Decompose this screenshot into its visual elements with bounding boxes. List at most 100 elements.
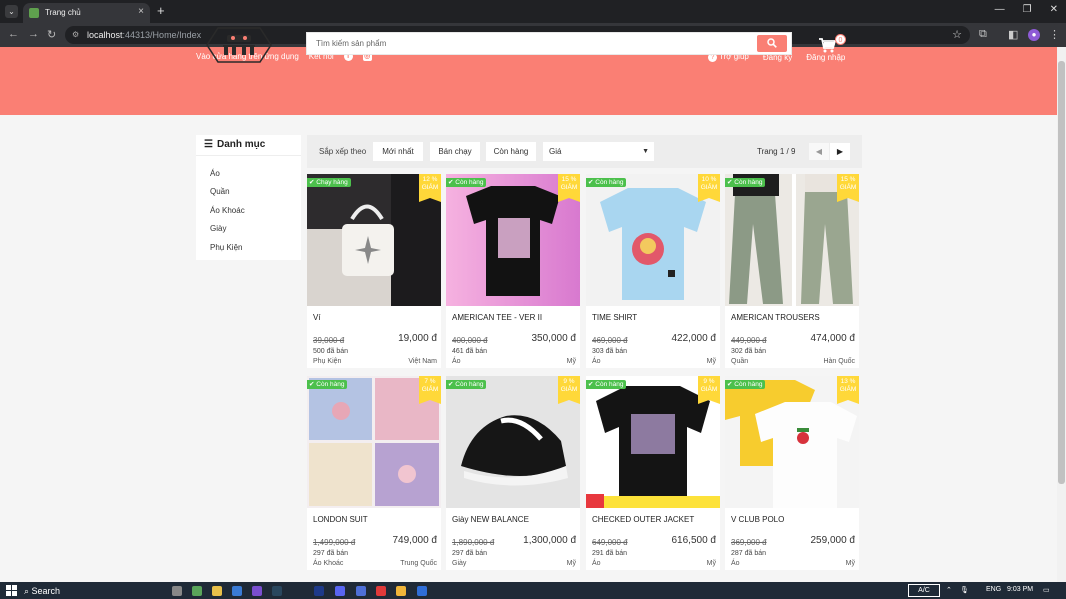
product-card[interactable]: ✔ Còn hàng 9 % GIẢM Giày NEW BALANCE 1,890,0… [446, 376, 580, 570]
store-logo[interactable] [206, 27, 272, 63]
caret-down-icon: ▼ [642, 148, 649, 155]
sold-count: 287 đã bán [731, 550, 767, 557]
close-window-icon[interactable]: ✕ [1050, 4, 1058, 15]
product-name[interactable]: AMERICAN TEE - VER II [452, 313, 542, 322]
product-origin: Mỹ [845, 560, 855, 567]
scroll-thumb[interactable] [1058, 61, 1065, 484]
product-name[interactable]: Giày NEW BALANCE [452, 515, 529, 524]
stock-badge: ✔ Còn hàng [586, 380, 627, 389]
product-card[interactable]: ✔ Còn hàng 13 % GIẢM V CLUB POLO 369,000 đ 25… [725, 376, 859, 570]
divider [196, 155, 301, 156]
steam-icon[interactable] [272, 586, 282, 596]
url-text: localhost:44313/Home/Index [87, 30, 202, 40]
sold-count: 291 đã bán [592, 550, 628, 557]
sort-best-selling-button[interactable]: Bán chạy [430, 142, 480, 161]
product-origin: Việt Nam [408, 358, 437, 365]
product-name[interactable]: LONDON SUIT [313, 515, 368, 524]
browser-tab[interactable]: Trang chủ × [23, 3, 150, 23]
sort-in-stock-button[interactable]: Còn hàng [486, 142, 536, 161]
next-page-button[interactable]: ▶ [830, 143, 850, 160]
input-mode-box[interactable]: A/C [908, 584, 940, 597]
windows-start-icon[interactable] [6, 585, 17, 596]
product-category: Áo [592, 560, 601, 567]
sold-count: 297 đã bán [313, 550, 349, 557]
discount-badge: 13 % GIẢM [837, 376, 859, 404]
category-item[interactable]: Quần [210, 187, 230, 196]
discount-badge: 9 % GIẢM [698, 376, 720, 404]
page-scrollbar[interactable] [1057, 47, 1066, 582]
bookmark-star-icon[interactable]: ☆ [952, 28, 962, 41]
product-name[interactable]: AMERICAN TROUSERS [731, 313, 820, 322]
profile-avatar[interactable]: ● [1028, 29, 1040, 41]
tray-arrow-icon[interactable]: ⌃ [946, 586, 952, 594]
product-name[interactable]: TIME SHIRT [592, 313, 637, 322]
category-item[interactable]: Áo Khoác [210, 206, 245, 215]
tab-title: Trang chủ [45, 8, 81, 17]
clock[interactable]: 9:03 PM [1007, 586, 1033, 593]
search-input[interactable] [307, 33, 757, 54]
side-panel-icon[interactable]: ◧ [1008, 28, 1018, 41]
login-link[interactable]: Đăng nhập [806, 53, 845, 62]
product-category: Áo [592, 358, 601, 365]
category-item[interactable]: Áo [210, 169, 220, 178]
sale-price: 350,000 đ [531, 333, 577, 344]
category-sidebar: ☰ Danh mục Áo Quần Áo Khoác Giày Phụ Kiệ… [196, 135, 301, 260]
notification-icon[interactable]: ▭ [1043, 586, 1050, 594]
stock-badge: ✔ Chạy hàng [307, 178, 351, 187]
search-button[interactable] [757, 35, 787, 52]
menu-kebab-icon[interactable]: ⋮ [1049, 28, 1060, 41]
app-icon[interactable] [376, 586, 386, 596]
stock-badge: ✔ Còn hàng [446, 178, 487, 187]
product-card[interactable]: ✔ Còn hàng 9 % GIẢM CHECKED OUTER JACKET 649… [586, 376, 720, 570]
product-card[interactable]: ✔ Còn hàng 15 % GIẢM AMERICAN TROUSERS 449,0… [725, 174, 859, 368]
task-view-icon[interactable] [172, 586, 182, 596]
app-icon[interactable] [232, 586, 242, 596]
sort-newest-button[interactable]: Mới nhất [373, 142, 423, 161]
sale-price: 422,000 đ [671, 333, 717, 344]
app-icon[interactable] [192, 586, 202, 596]
site-info-icon[interactable]: ⚙ [72, 30, 79, 39]
forward-icon[interactable]: → [28, 28, 39, 40]
product-category: Giày [452, 560, 467, 567]
sale-price: 749,000 đ [392, 535, 438, 546]
close-tab-icon[interactable]: × [138, 6, 144, 17]
discount-badge: 15 % GIẢM [837, 174, 859, 202]
product-origin: Mỹ [566, 358, 576, 365]
product-card[interactable]: ✔ Chạy hàng 12 % GIẢM Ví 39,000 đ 19,000 đ 500… [307, 174, 441, 368]
extensions-icon[interactable]: ⧉ [979, 28, 987, 41]
language-indicator[interactable]: ENG [986, 586, 1001, 593]
windows-taskbar: ⌕ Search A/C ⌃ 🎙 ENG 9:03 PM ▭ [0, 582, 1066, 599]
back-icon[interactable]: ← [8, 28, 19, 40]
category-item[interactable]: Phụ Kiện [210, 243, 242, 252]
product-card[interactable]: ✔ Còn hàng 7 % GIẢM LONDON SUIT 1,499,000 đ 7… [307, 376, 441, 570]
sort-label: Sắp xếp theo [319, 147, 367, 156]
taskbar-search[interactable]: ⌕ Search [24, 586, 60, 597]
minimize-icon[interactable]: — [995, 4, 1005, 15]
product-name[interactable]: CHECKED OUTER JACKET [592, 515, 694, 524]
visual-studio-icon[interactable] [252, 586, 262, 596]
microphone-icon[interactable]: 🎙 [960, 586, 969, 594]
original-price: 400,000 đ [452, 336, 488, 345]
cart-icon[interactable] [819, 38, 836, 53]
original-price: 369,000 đ [731, 538, 767, 547]
app-icon[interactable] [356, 586, 366, 596]
prev-page-button[interactable]: ◀ [809, 143, 829, 160]
new-tab-icon[interactable]: + [157, 3, 165, 18]
app-icon[interactable] [314, 586, 324, 596]
file-explorer-icon[interactable] [212, 586, 222, 596]
tab-search-icon[interactable]: ⌄ [5, 5, 18, 18]
category-item[interactable]: Giày [210, 224, 226, 233]
product-category: Quần [731, 358, 749, 365]
price-sort-select[interactable]: Giá ▼ [543, 142, 654, 161]
reload-icon[interactable]: ↻ [47, 28, 56, 41]
product-card[interactable]: ✔ Còn hàng 15 % GIẢM AMERICAN TEE - VER II 4… [446, 174, 580, 368]
original-price: 1,890,000 đ [452, 538, 495, 547]
product-name[interactable]: Ví [313, 313, 321, 322]
word-icon[interactable] [417, 586, 427, 596]
product-name[interactable]: V CLUB POLO [731, 515, 784, 524]
chrome-icon[interactable] [396, 586, 406, 596]
product-card[interactable]: ✔ Còn hàng 10 % GIẢM TIME SHIRT 469,000 đ 422… [586, 174, 720, 368]
restore-icon[interactable]: ❐ [1023, 4, 1032, 15]
discord-icon[interactable] [335, 586, 345, 596]
sale-price: 616,500 đ [671, 535, 717, 546]
